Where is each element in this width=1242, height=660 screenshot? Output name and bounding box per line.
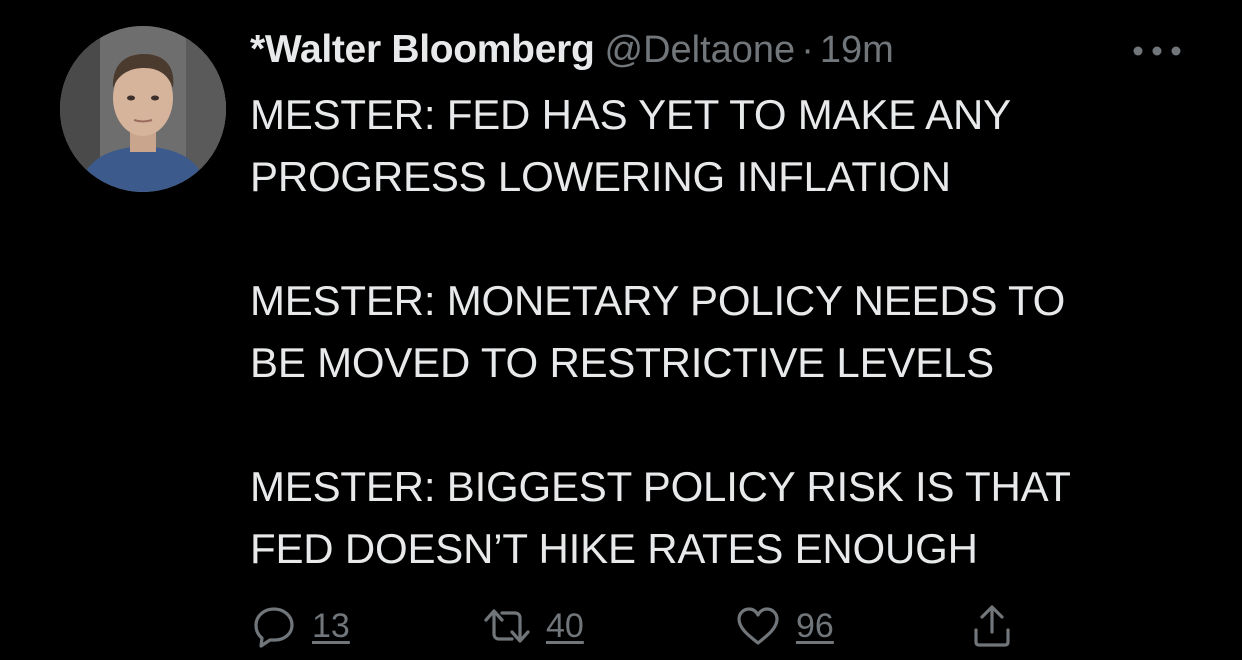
tweet-line: BE MOVED TO RESTRICTIVE LEVELS [250,339,994,386]
share-icon [974,605,1010,647]
tweet-line: MESTER: FED HAS YET TO MAKE ANY [250,91,1011,138]
tweet-paragraph: MESTER: BIGGEST POLICY RISK IS THAT FED … [250,456,1210,580]
more-icon [1133,46,1181,56]
reply-icon [254,607,294,648]
retweet-count: 40 [546,606,584,645]
tweet: *Walter Bloomberg @Deltaone · 19m MESTER… [0,0,1242,660]
more-options-button[interactable] [1132,44,1182,56]
retweet-icon [484,609,530,643]
tweet-line: MESTER: MONETARY POLICY NEEDS TO [250,277,1066,324]
author-handle[interactable]: @Deltaone [605,29,796,72]
author-display-name[interactable]: *Walter Bloomberg [250,28,595,72]
like-button[interactable]: 96 [734,598,834,654]
tweet-text: MESTER: FED HAS YET TO MAKE ANY PROGRESS… [250,84,1210,580]
tweet-line: MESTER: BIGGEST POLICY RISK IS THAT [250,463,1071,510]
tweet-actions: 13 40 96 [250,598,1050,654]
like-count: 96 [796,606,834,645]
tweet-line: FED DOESN’T HIKE RATES ENOUGH [250,525,978,572]
avatar[interactable] [60,26,226,192]
tweet-paragraph: MESTER: MONETARY POLICY NEEDS TO BE MOVE… [250,270,1210,394]
separator-dot: · [801,28,814,71]
tweet-paragraph: MESTER: FED HAS YET TO MAKE ANY PROGRESS… [250,84,1210,208]
tweet-header: *Walter Bloomberg @Deltaone · 19m [250,22,894,78]
heart-icon [737,607,779,645]
share-button[interactable] [968,598,1016,654]
tweet-line: PROGRESS LOWERING INFLATION [250,153,951,200]
avatar-image [60,26,226,192]
reply-count: 13 [312,606,350,645]
retweet-button[interactable]: 40 [482,598,584,654]
reply-button[interactable]: 13 [250,598,350,654]
tweet-timestamp[interactable]: 19m [820,29,894,72]
